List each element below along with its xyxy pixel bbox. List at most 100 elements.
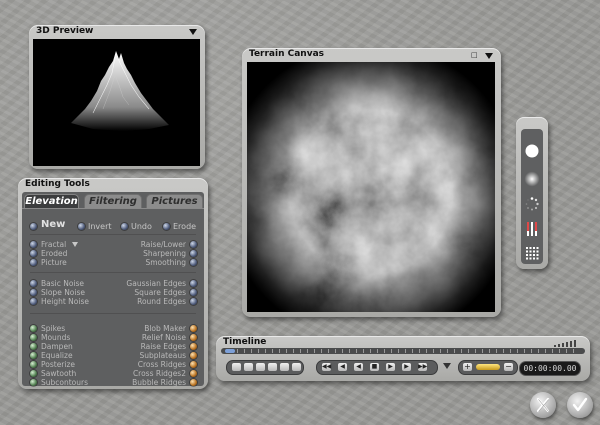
radio-posterize[interactable] bbox=[30, 361, 37, 368]
item-square-edges[interactable]: Square Edges bbox=[134, 288, 186, 297]
grid-brush-icon[interactable] bbox=[524, 245, 540, 261]
remove-key-icon[interactable]: − bbox=[504, 363, 513, 371]
undo-radio[interactable] bbox=[121, 223, 128, 230]
radio-eroded[interactable] bbox=[30, 250, 37, 257]
radio-basic-noise[interactable] bbox=[30, 280, 37, 287]
panel-menu-triangle-icon[interactable] bbox=[485, 53, 493, 59]
item-raise-edges[interactable]: Raise Edges bbox=[141, 342, 186, 351]
gradient-brush-icon[interactable] bbox=[524, 221, 540, 237]
invert-radio[interactable] bbox=[78, 223, 85, 230]
item-picture[interactable]: Picture bbox=[41, 258, 67, 267]
erode-radio[interactable] bbox=[163, 223, 170, 230]
keyframe-slot[interactable] bbox=[268, 363, 277, 371]
add-key-icon[interactable]: + bbox=[463, 363, 472, 371]
separator bbox=[30, 272, 196, 273]
new-radio[interactable] bbox=[30, 223, 37, 230]
radio-spikes[interactable] bbox=[30, 325, 37, 332]
item-sharpening[interactable]: Sharpening bbox=[143, 249, 186, 258]
item-dampen[interactable]: Dampen bbox=[41, 342, 73, 351]
radio-round-edges[interactable] bbox=[190, 298, 197, 305]
panel-menu-triangle-icon[interactable] bbox=[189, 29, 197, 35]
item-posterize[interactable]: Posterize bbox=[41, 360, 75, 369]
keyframe-slot[interactable] bbox=[256, 363, 265, 371]
editing-tools-panel: Editing Tools Elevation Filtering Pictur… bbox=[18, 178, 208, 389]
radio-height-noise[interactable] bbox=[30, 298, 37, 305]
item-cross-ridges[interactable]: Cross Ridges bbox=[138, 360, 186, 369]
next-key-icon[interactable]: ▶ bbox=[402, 363, 411, 371]
keyframe-slot[interactable] bbox=[280, 363, 289, 371]
radio-fractal[interactable] bbox=[30, 241, 37, 248]
item-basic-noise[interactable]: Basic Noise bbox=[41, 279, 84, 288]
brush-hard-icon[interactable] bbox=[524, 143, 540, 159]
first-frame-icon[interactable]: ◀◀ bbox=[322, 363, 331, 371]
radio-raise-lower[interactable] bbox=[190, 241, 197, 248]
tab-elevation[interactable]: Elevation bbox=[24, 194, 79, 209]
item-slope-noise[interactable]: Slope Noise bbox=[41, 288, 85, 297]
radio-slope-noise[interactable] bbox=[30, 289, 37, 296]
radio-picture[interactable] bbox=[30, 259, 37, 266]
item-gaussian-edges[interactable]: Gaussian Edges bbox=[126, 279, 186, 288]
radio-sharpening[interactable] bbox=[190, 250, 197, 257]
ok-button[interactable] bbox=[567, 392, 593, 418]
item-fractal[interactable]: Fractal bbox=[41, 240, 66, 249]
item-smoothing[interactable]: Smoothing bbox=[145, 258, 186, 267]
stop-icon[interactable]: ■ bbox=[370, 363, 379, 371]
radio-cross-ridges[interactable] bbox=[190, 361, 197, 368]
item-relief-noise[interactable]: Relief Noise bbox=[142, 333, 186, 342]
radio-blob-maker[interactable] bbox=[190, 325, 197, 332]
item-equalize[interactable]: Equalize bbox=[41, 351, 73, 360]
radio-subplateaus[interactable] bbox=[190, 352, 197, 359]
previous-key-icon[interactable]: ◀ bbox=[338, 363, 347, 371]
radio-gaussian-edges[interactable] bbox=[190, 280, 197, 287]
item-spikes[interactable]: Spikes bbox=[41, 324, 65, 333]
item-subcontours[interactable]: Subcontours bbox=[41, 378, 88, 387]
radio-bubble-ridges[interactable] bbox=[190, 379, 197, 386]
keyframe-slot[interactable] bbox=[292, 363, 301, 371]
3d-preview-viewport[interactable] bbox=[33, 39, 200, 166]
erode-label[interactable]: Erode bbox=[173, 222, 196, 231]
terrain-heightmap-canvas[interactable] bbox=[247, 62, 495, 312]
radio-dampen[interactable] bbox=[30, 343, 37, 350]
item-bubble-ridges[interactable]: Bubble Ridges bbox=[132, 378, 186, 387]
cancel-button[interactable] bbox=[530, 392, 556, 418]
item-cross-ridges2[interactable]: Cross Ridges2 bbox=[133, 369, 186, 378]
item-eroded[interactable]: Eroded bbox=[41, 249, 67, 258]
radio-mounds[interactable] bbox=[30, 334, 37, 341]
invert-label[interactable]: Invert bbox=[88, 222, 112, 231]
item-raise-lower[interactable]: Raise/Lower bbox=[141, 240, 186, 249]
brush-soft-icon[interactable] bbox=[524, 171, 540, 187]
timeline-options-triangle-icon[interactable] bbox=[443, 363, 451, 369]
tab-pictures[interactable]: Pictures bbox=[146, 194, 203, 209]
item-mounds[interactable]: Mounds bbox=[41, 333, 70, 342]
new-label[interactable]: New bbox=[41, 220, 65, 230]
item-round-edges[interactable]: Round Edges bbox=[137, 297, 186, 306]
radio-sawtooth[interactable] bbox=[30, 370, 37, 377]
last-frame-icon[interactable]: ▶▶ bbox=[418, 363, 427, 371]
fractal-dropdown-icon[interactable] bbox=[72, 242, 78, 247]
timeline-playhead[interactable] bbox=[225, 349, 235, 353]
radio-raise-edges[interactable] bbox=[190, 343, 197, 350]
radio-subcontours[interactable] bbox=[30, 379, 37, 386]
radio-relief-noise[interactable] bbox=[190, 334, 197, 341]
canvas-options-icon[interactable]: □ bbox=[471, 51, 478, 59]
keyframe-slot[interactable] bbox=[232, 363, 241, 371]
radio-equalize[interactable] bbox=[30, 352, 37, 359]
separator bbox=[30, 313, 196, 314]
tab-filtering[interactable]: Filtering bbox=[84, 194, 142, 209]
keyframe-slot[interactable] bbox=[244, 363, 253, 371]
item-subplateaus[interactable]: Subplateaus bbox=[139, 351, 186, 360]
keyframe-slots bbox=[226, 360, 304, 375]
item-height-noise[interactable]: Height Noise bbox=[41, 297, 89, 306]
key-icon[interactable] bbox=[476, 364, 500, 370]
panel-title: Terrain Canvas bbox=[249, 49, 325, 59]
item-blob-maker[interactable]: Blob Maker bbox=[144, 324, 186, 333]
brush-spray-icon[interactable] bbox=[524, 196, 540, 212]
key-controls: + − bbox=[458, 360, 518, 375]
item-sawtooth[interactable]: Sawtooth bbox=[41, 369, 76, 378]
radio-square-edges[interactable] bbox=[190, 289, 197, 296]
undo-label[interactable]: Undo bbox=[131, 222, 152, 231]
radio-cross-ridges2[interactable] bbox=[190, 370, 197, 377]
play-icon[interactable]: ▶ bbox=[386, 363, 395, 371]
radio-smoothing[interactable] bbox=[190, 259, 197, 266]
rewind-icon[interactable]: ◀ bbox=[354, 363, 363, 371]
